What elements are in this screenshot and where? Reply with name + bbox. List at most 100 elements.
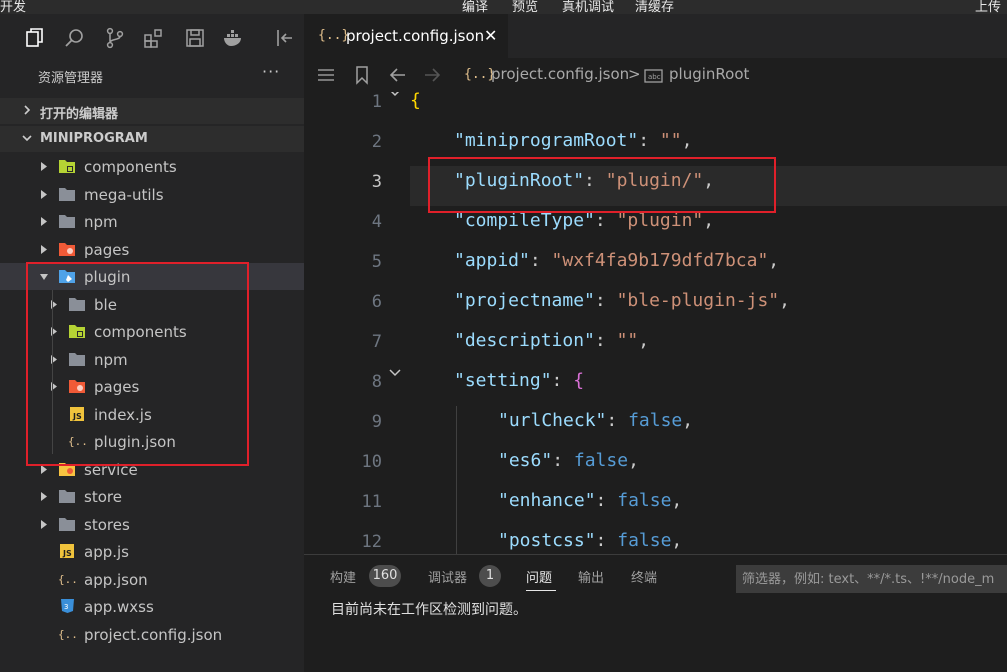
files-icon[interactable] (24, 27, 46, 49)
tree-item[interactable]: mega-utils (0, 181, 304, 208)
tree-item[interactable]: JS app.js (0, 538, 304, 565)
tree-item[interactable]: {..} project.config.json (0, 621, 304, 648)
tab-label: project.config.json (346, 27, 485, 45)
code-line: 7 "description": "", (304, 326, 1007, 366)
chevron-right-icon[interactable] (40, 217, 48, 226)
chevron-right-icon[interactable] (40, 189, 48, 199)
top-left-label: 开发 (0, 0, 27, 14)
tree-item[interactable]: {..} app.json (0, 566, 304, 593)
chevron-right-icon[interactable] (40, 162, 48, 171)
sidebar-icon-row (0, 14, 304, 54)
source-control-icon[interactable] (104, 27, 126, 49)
code-token: , (703, 210, 715, 231)
list-icon[interactable] (316, 65, 336, 85)
tab-problems[interactable]: 问题 (526, 567, 552, 586)
tab-build[interactable]: 构建 (330, 567, 356, 586)
code-token: : (595, 530, 618, 551)
bottom-panel: 构建 160 调试器 1 问题 输出 终端 目前尚未在工作区检测到问题。 (304, 554, 1007, 672)
highlight-box-pluginroot (428, 157, 776, 213)
code-token: , (671, 530, 683, 551)
collapse-icon[interactable] (274, 27, 296, 49)
tree-item-label: npm (84, 213, 118, 231)
code-text: "urlCheck": false, (498, 410, 693, 431)
svg-text:{..}: {..} (58, 573, 76, 586)
code-token: "wxf4fa9b179dfd7bca" (551, 250, 769, 271)
code-token: "ble-plugin-js" (616, 290, 780, 311)
code-text: "projectname": "ble-plugin-js", (454, 290, 790, 311)
tab-project-config[interactable]: {..} project.config.json ✕ (304, 14, 508, 58)
tab-output[interactable]: 输出 (578, 567, 604, 586)
tree-item-label: app.json (84, 570, 148, 589)
svg-text:3: 3 (64, 603, 68, 611)
extensions-icon[interactable] (143, 27, 165, 49)
code-line: 8 "setting": { (304, 366, 1007, 406)
line-number: 11 (361, 492, 382, 512)
editor-tab-bar: {..} project.config.json ✕ (304, 14, 1007, 58)
code-token: { (573, 370, 585, 391)
code-token: "description" (454, 330, 595, 351)
active-tab-underline (526, 590, 556, 591)
tree-item[interactable]: 3 app.wxss (0, 593, 304, 620)
tree-item-label: pages (84, 240, 130, 259)
code-line: 11 "enhance": false, (304, 486, 1007, 526)
json-file-icon: {..} (318, 28, 350, 43)
fold-chevron-icon[interactable] (388, 92, 402, 100)
problems-filter[interactable] (736, 565, 1007, 593)
tree-item[interactable]: store (0, 483, 304, 510)
code-token: : (638, 130, 660, 151)
code-token: false (617, 490, 672, 511)
more-actions-button[interactable]: ··· (262, 62, 280, 81)
chevron-right-icon[interactable] (40, 519, 48, 529)
code-token: : (594, 290, 617, 311)
line-number: 8 (371, 372, 382, 392)
breadcrumb-file[interactable]: project.config.json (491, 65, 629, 83)
build-count-badge: 160 (369, 565, 401, 587)
miniprogram-section[interactable]: MINIPROGRAM (0, 126, 304, 152)
tree-item[interactable]: components (0, 153, 304, 180)
tree-item[interactable]: stores (0, 511, 304, 538)
miniprogram-label: MINIPROGRAM (40, 131, 148, 146)
code-text: "appid": "wxf4fa9b179dfd7bca", (454, 250, 779, 271)
code-token: "setting" (454, 370, 552, 391)
open-editors-section[interactable]: 打开的编辑器 (0, 98, 304, 124)
fold-chevron-icon[interactable] (388, 366, 402, 380)
code-token: "projectname" (454, 290, 595, 311)
code-token: , (671, 490, 683, 511)
code-token: "plugin" (616, 210, 704, 231)
tab-debugger[interactable]: 调试器 (428, 567, 467, 586)
code-text: "setting": { (454, 370, 584, 391)
line-number: 9 (371, 412, 382, 432)
code-token: , (768, 250, 780, 271)
svg-text:{..}: {..} (58, 628, 76, 641)
tree-item[interactable]: pages (0, 236, 304, 263)
chevron-right-icon[interactable] (40, 492, 48, 501)
compile-button[interactable]: 编译 (462, 0, 488, 14)
tab-terminal[interactable]: 终端 (631, 567, 657, 586)
bookmark-icon[interactable] (352, 65, 372, 85)
line-number: 4 (371, 212, 382, 232)
folder-icon (59, 215, 75, 228)
back-arrow-icon[interactable] (388, 65, 408, 85)
code-line: 5 "appid": "wxf4fa9b179dfd7bca", (304, 246, 1007, 286)
docker-icon[interactable] (222, 27, 244, 49)
device-debug-button[interactable]: 真机调试 (562, 0, 614, 14)
clear-cache-button[interactable]: 清缓存 (635, 0, 674, 14)
search-icon[interactable] (64, 27, 86, 49)
code-token: : (552, 450, 574, 471)
folder-icon (59, 187, 75, 201)
forward-arrow-icon[interactable] (422, 65, 442, 85)
code-token: : (551, 370, 574, 391)
filter-input[interactable] (736, 565, 1007, 593)
tree-item-label: store (84, 488, 122, 506)
preview-button[interactable]: 预览 (512, 0, 538, 14)
breadcrumb-symbol[interactable]: pluginRoot (669, 65, 749, 83)
upload-button[interactable]: 上传 (975, 0, 1001, 14)
close-icon[interactable]: ✕ (484, 26, 497, 45)
save-icon[interactable] (184, 27, 206, 49)
chevron-right-icon[interactable] (40, 244, 48, 254)
top-toolbar: 开发 编译 预览 真机调试 清缓存 上传 (0, 0, 1007, 14)
tree-item-label: stores (84, 515, 130, 534)
folder-icon (59, 160, 75, 173)
tree-item[interactable]: npm (0, 208, 304, 235)
code-text: "description": "", (454, 330, 649, 351)
